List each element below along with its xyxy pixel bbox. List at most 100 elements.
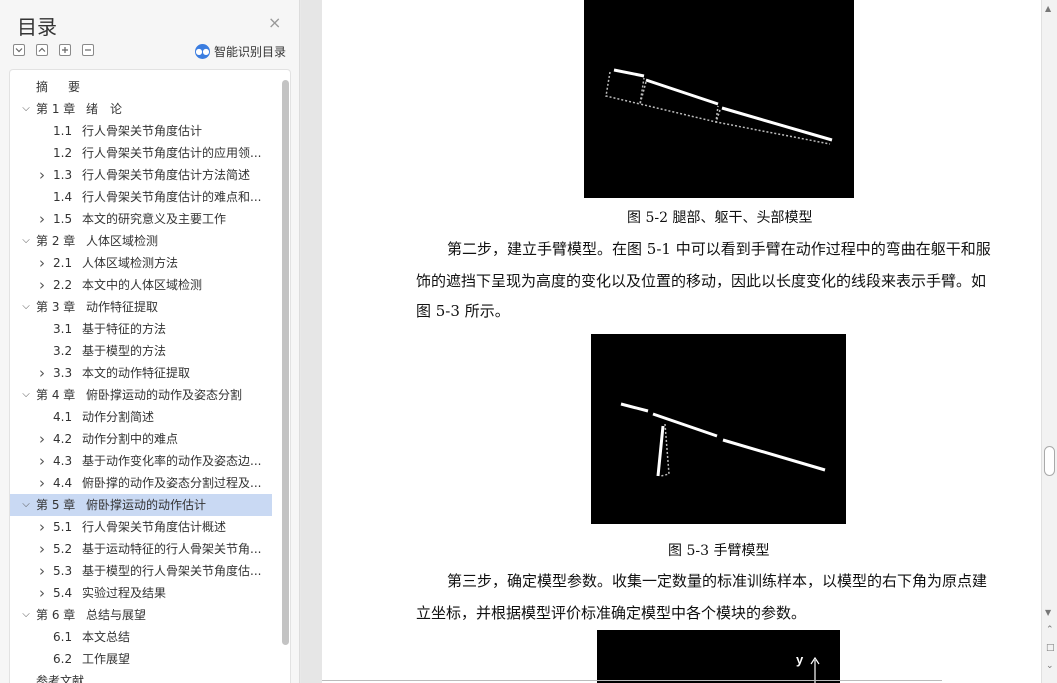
toc-item[interactable]: 摘要 (10, 76, 272, 98)
toc-item-title: 俯卧撑运动的动作估计 (86, 498, 207, 512)
chevron-down-icon[interactable]: ⌵ (20, 98, 32, 120)
figure-5-4-image: y (597, 630, 840, 683)
close-icon[interactable]: × (268, 13, 281, 33)
toc-item-number: 5.1 (53, 520, 73, 534)
document-scrollbar[interactable]: ▲ ▼ ⌃ □ ⌄ (1041, 0, 1057, 683)
scroll-up-icon[interactable]: ▲ (1045, 4, 1051, 13)
toc-item[interactable]: › 1.5 本文的研究意义及主要工作 (10, 208, 272, 230)
chevron-right-icon[interactable]: › (36, 208, 48, 230)
chevron-right-icon[interactable]: › (36, 582, 48, 604)
toc-item[interactable]: 1.4 行人骨架关节角度估计的难点和... (10, 186, 272, 208)
toc-item[interactable]: › 4.3 基于动作变化率的动作及姿态边... (10, 450, 272, 472)
chevron-right-icon[interactable]: › (36, 428, 48, 450)
toc-item-number: 5.2 (53, 542, 73, 556)
toc-toolbar (13, 44, 94, 56)
toc-item-title: 行人骨架关节角度估计的应用领... (82, 146, 262, 160)
toc-item-number: 第 2 章 (36, 234, 76, 248)
toc-item[interactable]: 6.2 工作展望 (10, 648, 272, 670)
toc-item-number: 摘 (36, 80, 49, 94)
toc-scrollbar[interactable] (282, 80, 289, 645)
toc-item[interactable]: › 5.3 基于模型的行人骨架关节角度估... (10, 560, 272, 582)
toc-item[interactable]: › 2.1 人体区域检测方法 (10, 252, 272, 274)
collapse-all-icon[interactable] (13, 44, 25, 56)
expand-up-icon[interactable] (36, 44, 48, 56)
toc-item[interactable]: 4.1 动作分割简述 (10, 406, 272, 428)
minus-icon[interactable] (82, 44, 94, 56)
prev-page-icon[interactable]: ⌃ (1046, 626, 1054, 635)
toc-item[interactable]: 参考文献 (10, 670, 272, 683)
plus-icon[interactable] (59, 44, 71, 56)
toc-item[interactable]: ⌵ 第 4 章俯卧撑运动的动作及姿态分割 (10, 384, 272, 406)
scrollbar-thumb[interactable] (1044, 446, 1055, 476)
toc-item-title: 本文中的人体区域检测 (82, 278, 203, 292)
toc-item-title: 实验过程及结果 (82, 586, 167, 600)
toc-item[interactable]: › 5.2 基于运动特征的行人骨架关节角... (10, 538, 272, 560)
toc-item-number: 第 3 章 (36, 300, 76, 314)
toc-item[interactable]: ⌵ 第 2 章人体区域检测 (10, 230, 272, 252)
toc-item-title: 工作展望 (82, 652, 131, 666)
toc-item[interactable]: 3.1 基于特征的方法 (10, 318, 272, 340)
chevron-right-icon[interactable]: › (36, 164, 48, 186)
chevron-right-icon[interactable]: › (36, 450, 48, 472)
toc-item-number: 6.2 (53, 652, 73, 666)
toc-item-title: 动作分割中的难点 (82, 432, 179, 446)
chevron-down-icon[interactable]: ⌵ (20, 296, 32, 318)
smart-toc-label: 智能识别目录 (214, 45, 287, 59)
chevron-down-icon[interactable]: ⌵ (20, 230, 32, 252)
scroll-down-icon[interactable]: ▼ (1045, 608, 1051, 617)
toc-item[interactable]: › 4.2 动作分割中的难点 (10, 428, 272, 450)
toc-item[interactable]: › 3.3 本文的动作特征提取 (10, 362, 272, 384)
toc-item-title: 行人骨架关节角度估计 (82, 124, 203, 138)
chevron-right-icon[interactable]: › (36, 538, 48, 560)
toc-item[interactable]: › 5.4 实验过程及结果 (10, 582, 272, 604)
toc-item-title: 动作分割简述 (82, 410, 155, 424)
toc-item[interactable]: 3.2 基于模型的方法 (10, 340, 272, 362)
chevron-right-icon[interactable]: › (36, 252, 48, 274)
page-icon[interactable]: □ (1046, 644, 1055, 653)
toc-item[interactable]: ⌵ 第 1 章绪 论 (10, 98, 272, 120)
smart-toc-button[interactable]: ●● 智能识别目录 (195, 43, 286, 60)
toc-item[interactable]: ⌵ 第 6 章总结与展望 (10, 604, 272, 626)
toc-item-number: 3.2 (53, 344, 73, 358)
toc-item-number: 4.3 (53, 454, 73, 468)
toc-item-title: 本文的动作特征提取 (82, 366, 191, 380)
chevron-right-icon[interactable]: › (36, 362, 48, 384)
toc-item-title: 人体区域检测 (86, 234, 159, 248)
figure-5-2-caption: 图 5-2 腿部、躯干、头部模型 (627, 210, 813, 226)
toc-item[interactable]: 1.2 行人骨架关节角度估计的应用领... (10, 142, 272, 164)
figure-5-2-image (584, 0, 854, 198)
toc-item-title: 本文的研究意义及主要工作 (82, 212, 227, 226)
toc-item-title: 基于动作变化率的动作及姿态边... (82, 454, 262, 468)
toc-item-number: 3.3 (53, 366, 73, 380)
chevron-right-icon[interactable]: › (36, 274, 48, 296)
smart-recognition-icon: ●● (195, 44, 210, 59)
toc-item-title: 人体区域检测方法 (82, 256, 179, 270)
toc-item-title: 行人骨架关节角度估计方法简述 (82, 168, 251, 182)
toc-item-number: 第 6 章 (36, 608, 76, 622)
toc-item[interactable]: › 5.1 行人骨架关节角度估计概述 (10, 516, 272, 538)
chevron-right-icon[interactable]: › (36, 516, 48, 538)
toc-item-title: 要 (68, 80, 81, 94)
toc-item[interactable]: 6.1 本文总结 (10, 626, 272, 648)
paragraph-step-two-line-1: 第二步，建立手臂模型。在图 5-1 中可以看到手臂在动作过程中的弯曲在躯干和服 (447, 240, 991, 258)
chevron-down-icon[interactable]: ⌵ (20, 494, 32, 516)
chevron-down-icon[interactable]: ⌵ (20, 604, 32, 626)
toc-item[interactable]: ⌵ 第 3 章动作特征提取 (10, 296, 272, 318)
paragraph-step-two-line-2: 饰的遮挡下呈现为高度的变化以及位置的移动，因此以长度变化的线段来表示手臂。如 (416, 272, 987, 290)
toc-item[interactable]: ⌵ 第 5 章俯卧撑运动的动作估计 (10, 494, 272, 516)
toc-item[interactable]: › 2.2 本文中的人体区域检测 (10, 274, 272, 296)
chevron-right-icon[interactable]: › (36, 560, 48, 582)
toc-item[interactable]: › 4.4 俯卧撑的动作及姿态分割过程及... (10, 472, 272, 494)
chevron-down-icon[interactable]: ⌵ (20, 384, 32, 406)
toc-item[interactable]: 1.1 行人骨架关节角度估计 (10, 120, 272, 142)
toc-item-number: 4.2 (53, 432, 73, 446)
toc-item-title: 本文总结 (82, 630, 131, 644)
toc-item[interactable]: › 1.3 行人骨架关节角度估计方法简述 (10, 164, 272, 186)
sidebar-title: 目录 (17, 15, 57, 39)
chevron-right-icon[interactable]: › (36, 472, 48, 494)
toc-item-title: 俯卧撑运动的动作及姿态分割 (86, 388, 243, 402)
next-page-icon[interactable]: ⌄ (1046, 662, 1054, 671)
paragraph-step-three-line-2: 立坐标，并根据模型评价标准确定模型中各个模块的参数。 (416, 604, 807, 622)
toc-item-title: 基于运动特征的行人骨架关节角... (82, 542, 262, 556)
toc-item-number: 4.1 (53, 410, 73, 424)
